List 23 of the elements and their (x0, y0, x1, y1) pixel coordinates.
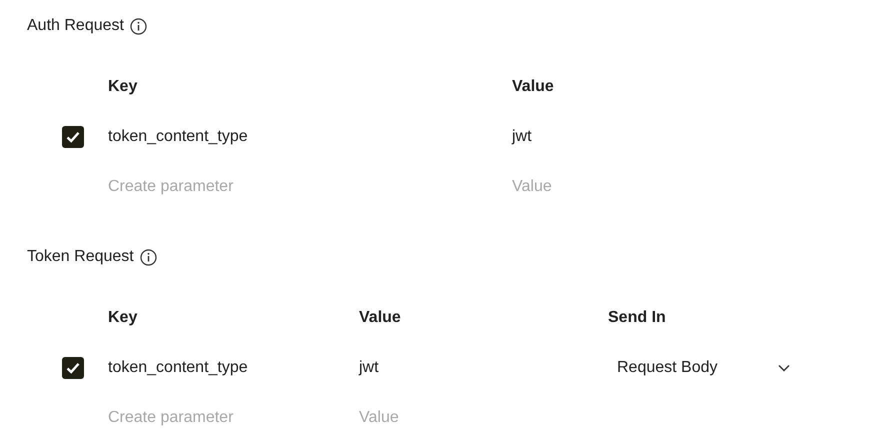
send-in-dropdown[interactable]: Request Body (608, 353, 799, 383)
row-checkbox[interactable] (62, 126, 84, 148)
column-header: Value (359, 309, 401, 327)
key-text[interactable]: token_content_type (108, 128, 248, 146)
key-input[interactable]: Create parameter (108, 409, 308, 427)
info-icon[interactable] (130, 18, 147, 34)
info-icon[interactable] (140, 248, 157, 266)
section-title: Auth Request (27, 17, 124, 35)
column-header: Key (108, 78, 138, 96)
value-input[interactable]: Value (359, 409, 559, 427)
check-icon (66, 131, 80, 143)
column-header: Key (108, 309, 138, 327)
value-text[interactable]: jwt (512, 128, 532, 146)
section-title: Token Request (27, 248, 134, 266)
key-input[interactable]: Create parameter (108, 178, 308, 196)
column-header: Value (512, 78, 554, 96)
chevron-down-icon (778, 364, 790, 372)
row-checkbox[interactable] (62, 357, 84, 379)
check-icon (66, 362, 80, 374)
key-text[interactable]: token_content_type (108, 359, 248, 377)
value-input[interactable]: Value (512, 178, 712, 196)
column-header: Send In (608, 309, 666, 327)
value-text[interactable]: jwt (359, 359, 379, 377)
